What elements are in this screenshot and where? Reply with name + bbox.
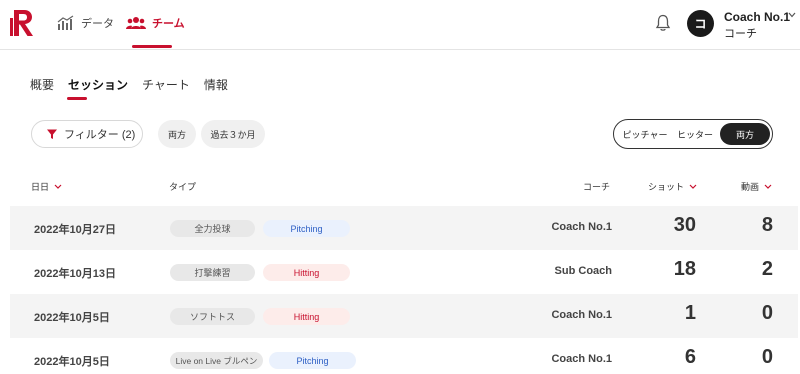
table-row[interactable]: 2022年10月5日 ソフトトス Hitting Coach No.1 1 0 — [10, 294, 798, 338]
session-type-tag: 全力投球 — [170, 220, 255, 237]
active-tab-indicator — [67, 97, 87, 100]
chevron-down-icon — [689, 184, 697, 189]
session-date: 2022年10月5日 — [34, 312, 110, 324]
session-date: 2022年10月5日 — [34, 356, 110, 368]
nav-item-label: データ — [81, 18, 114, 30]
tab-info[interactable]: 情報 — [204, 76, 228, 93]
session-kind-tag: Hitting — [263, 308, 350, 325]
session-shots: 1 — [684, 302, 696, 324]
column-header-shots[interactable]: ショット — [648, 180, 697, 193]
header-label: 動画 — [741, 182, 760, 192]
session-type-tag: ソフトトス — [170, 308, 255, 325]
app-logo[interactable] — [10, 8, 36, 38]
tab-sessions[interactable]: セッション — [68, 76, 128, 93]
filter-button[interactable]: フィルター (2) — [31, 120, 143, 148]
table-row[interactable]: 2022年10月27日 全力投球 Pitching Coach No.1 30 … — [10, 206, 798, 250]
session-date: 2022年10月13日 — [34, 268, 116, 280]
chart-icon — [57, 15, 74, 30]
session-coach: Coach No.1 — [551, 309, 612, 321]
session-videos: 2 — [761, 258, 773, 280]
session-kind-tag: Pitching — [269, 352, 356, 369]
filter-icon — [47, 129, 57, 139]
filter-chip-both[interactable]: 両方 — [158, 120, 196, 148]
filter-chip-period[interactable]: 過去３か月 — [201, 120, 265, 148]
tab-overview[interactable]: 概要 — [30, 76, 54, 93]
column-header-type: タイプ — [169, 180, 196, 193]
column-header-videos[interactable]: 動画 — [741, 180, 772, 193]
session-videos: 0 — [761, 302, 773, 324]
active-nav-indicator — [132, 45, 172, 48]
header-label: 日日 — [31, 182, 50, 192]
player-type-toggle: ピッチャー ヒッター 両方 — [613, 119, 773, 149]
avatar[interactable]: コ — [687, 10, 714, 37]
session-type-tag: 打撃練習 — [170, 264, 255, 281]
top-navigation-bar: データ チーム コ Coach No.1 コーチ — [0, 0, 800, 50]
column-header-date[interactable]: 日日 — [31, 180, 62, 193]
tab-charts[interactable]: チャート — [142, 76, 190, 93]
chevron-down-icon — [764, 184, 772, 189]
session-coach: Sub Coach — [554, 265, 612, 277]
session-shots: 30 — [673, 214, 696, 236]
filter-label: フィルター (2) — [64, 129, 136, 141]
chevron-down-icon[interactable] — [788, 12, 796, 18]
session-videos: 8 — [761, 214, 773, 236]
session-kind-tag: Hitting — [263, 264, 350, 281]
header-label: コーチ — [583, 182, 611, 192]
nav-item-label: チーム — [152, 18, 185, 30]
session-coach: Coach No.1 — [551, 221, 612, 233]
user-role: コーチ — [724, 28, 757, 40]
session-shots: 6 — [684, 346, 696, 368]
chevron-down-icon — [54, 184, 62, 189]
session-coach: Coach No.1 — [551, 353, 612, 365]
column-header-coach: コーチ — [583, 180, 610, 193]
user-name[interactable]: Coach No.1 — [724, 10, 790, 24]
nav-item-data[interactable]: データ — [57, 15, 114, 31]
toggle-option-both[interactable]: 両方 — [720, 123, 770, 145]
toggle-option-pitcher[interactable]: ピッチャー — [617, 123, 673, 145]
section-tabs: 概要 セッション チャート 情報 — [30, 76, 242, 93]
session-shots: 18 — [673, 258, 696, 280]
bell-icon[interactable] — [655, 14, 671, 32]
table-row[interactable]: 2022年10月13日 打撃練習 Hitting Sub Coach 18 2 — [10, 250, 798, 294]
header-label: ショット — [648, 182, 685, 192]
table-row[interactable]: 2022年10月5日 Live on Live ブルペン Pitching Co… — [10, 338, 798, 374]
session-type-tag: Live on Live ブルペン — [170, 352, 263, 369]
toggle-option-hitter[interactable]: ヒッター — [673, 123, 717, 145]
nav-item-team[interactable]: チーム — [126, 15, 185, 31]
session-videos: 0 — [761, 346, 773, 368]
session-date: 2022年10月27日 — [34, 224, 116, 236]
team-icon — [126, 17, 146, 29]
session-kind-tag: Pitching — [263, 220, 350, 237]
header-label: タイプ — [169, 182, 197, 192]
